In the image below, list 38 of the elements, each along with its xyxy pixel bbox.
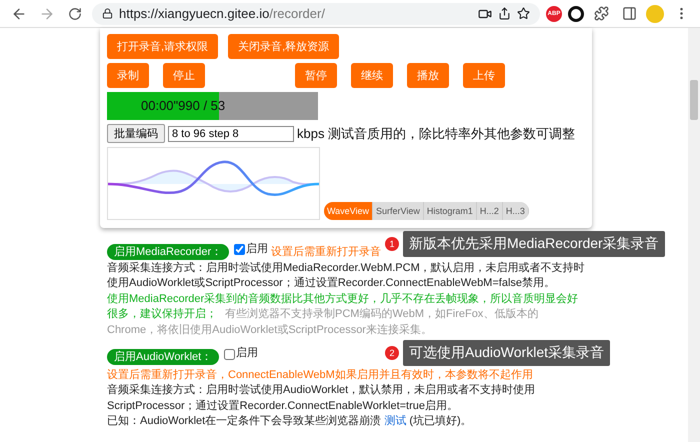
checkbox-label: 启用	[246, 242, 268, 257]
callout-number: 1	[385, 237, 399, 251]
action-button[interactable]: 打开录音,请求权限	[107, 34, 218, 59]
url-host: https://xiangyuecn.gitee.io	[119, 6, 270, 21]
view-tab[interactable]: SurferView	[373, 202, 424, 220]
description-text: 使用MediaRecorder采集到的音频数据比其他方式更好，几乎不存在丢帧现象，所以音质明显会好很多，建议保持开启； 有些浏览器不支持录制PCM编码的WebM，如FireFox、低版本的Chrome，将依旧使用AudioWorklet或ScriptProcessor来连接采集。	[107, 292, 580, 338]
option-badge: 启用AudioWorklet：	[107, 348, 220, 364]
action-button[interactable]: 录制	[107, 63, 149, 88]
bitrate-note: kbps 测试音质用的，除比特率外其他参数可调整	[297, 124, 576, 142]
ring-icon[interactable]	[568, 6, 584, 22]
action-button[interactable]: 播放	[407, 63, 449, 88]
view-tab[interactable]: WaveView	[324, 202, 374, 220]
action-button[interactable]: 暂停	[295, 63, 337, 88]
action-button[interactable]: 继续	[351, 63, 393, 88]
lock-icon	[102, 8, 113, 19]
batch-encode-button[interactable]: 批量编码	[107, 124, 165, 143]
action-button[interactable]: 上传	[463, 63, 505, 88]
url-path: /recorder/	[269, 6, 325, 21]
enable-checkbox[interactable]	[234, 244, 246, 256]
callout-tooltip: 可选使用AudioWorklet采集录音	[403, 340, 610, 366]
description-text: 音频采集连接方式：启用时尝试使用MediaRecorder.WebM.PCM，默认启用，未启用或者不支持时使用AudioWorklet或ScriptProcessor；通过设置Recorder.ConnectEnableWebM=false禁用。	[107, 260, 586, 292]
bookmark-star-icon[interactable]	[517, 7, 530, 20]
action-button[interactable]: 停止	[163, 63, 205, 88]
description-text: 音频采集连接方式：启用时尝试使用AudioWorklet，默认禁用，未启用或者不支持时使用ScriptProcessor；通过设置Recorder.ConnectEnableWorklet=true启用。	[107, 383, 536, 414]
callout-tooltip: 新版本优先采用MediaRecorder采集录音	[403, 231, 665, 257]
test-link[interactable]: 测试	[384, 415, 406, 427]
callout-number: 2	[385, 346, 399, 360]
bitrate-range-field[interactable]: 8 to 96 step 8	[168, 126, 294, 142]
share-icon[interactable]	[498, 7, 511, 20]
address-bar[interactable]: https://xiangyuecn.gitee.io/recorder/	[92, 2, 540, 24]
enable-checkbox[interactable]	[224, 348, 236, 360]
action-button[interactable]: 关闭录音,释放资源	[228, 34, 340, 59]
warning-text: 设置后需重新打开录音，ConnectEnableWebM如果启用并且有效时，本参数将不起作用	[107, 368, 533, 382]
warning-text: 设置后需重新打开录音	[271, 245, 382, 260]
description-text: 已知：AudioWorklet在一定条件下会导致某些浏览器崩溃 测试 (坑已填好)。	[107, 414, 473, 429]
option-badge: 启用MediaRecorder：	[107, 244, 230, 260]
checkbox-label: 启用	[236, 346, 258, 362]
scrollbar[interactable]	[688, 28, 700, 442]
